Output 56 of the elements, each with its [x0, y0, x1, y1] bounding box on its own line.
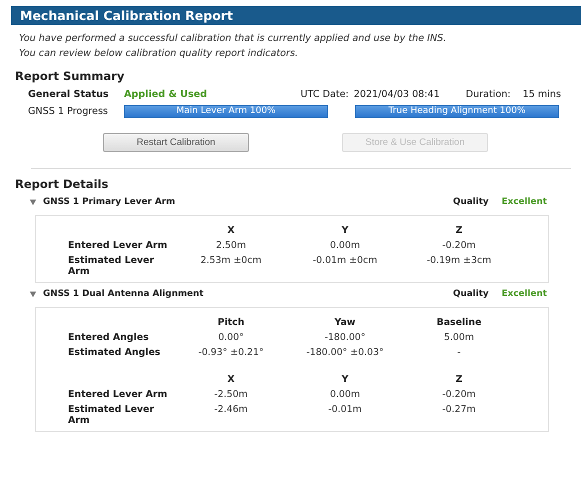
date-value: 2021/04/03 08:41 [354, 89, 440, 100]
intro-text: You can review below calibration quality report indicators. [19, 47, 300, 61]
table-cell-text: -0.27m [441, 404, 477, 417]
table-cell-text: -0.19m ±3cm [426, 255, 492, 268]
section-heading: Report Details [15, 177, 110, 191]
section-title: GNSS 1 Dual Antenna Alignment [43, 289, 204, 299]
progress-text: Main Lever Arm 100% [175, 106, 277, 117]
column-header: Pitch [216, 317, 246, 328]
table-cell-text: -0.01m [327, 404, 363, 417]
row-label: Estimated Lever Arm [67, 255, 156, 277]
column-header: X [226, 225, 236, 236]
column-header: Baseline [436, 317, 482, 328]
report-title: Mechanical Calibration Report [11, 6, 581, 25]
duration-value: 15 mins [522, 89, 561, 100]
row-label: Entered Lever Arm [67, 389, 168, 400]
table-cell-text: -0.01m ±0cm [312, 255, 378, 268]
calibration-button[interactable]: Restart Calibration [103, 133, 249, 152]
table-cell-text: 0.00° [217, 332, 245, 343]
status-value: Applied & Used [124, 89, 208, 100]
section-title: GNSS 1 Primary Lever Arm [43, 197, 176, 207]
status-label: General Status [28, 89, 110, 100]
table-cell-text: 0.00m [328, 389, 361, 400]
quality-value: Excellent [502, 289, 547, 299]
table-cell-text: -180.00° [324, 332, 366, 343]
row-label: Estimated Angles [67, 347, 162, 358]
table-cell-text: -0.20m [441, 240, 477, 251]
duration-label: Duration: [466, 89, 511, 100]
column-header: Z [454, 225, 464, 236]
progress-label: GNSS 1 Progress [28, 106, 109, 117]
table-cell-text: 0.00m [328, 240, 361, 251]
table-cell-text: 5.00m [442, 332, 475, 343]
quality-value: Excellent [502, 197, 547, 207]
section-heading: Report Summary [15, 69, 126, 83]
table-cell-text: 2.50m [214, 240, 247, 251]
table-cell-text: -0.93° ±0.21° [197, 347, 265, 358]
expand-icon[interactable] [29, 290, 37, 298]
intro-text: You have performed a successful calibration that is currently applied and use by the INS. [19, 32, 448, 46]
column-header: X [226, 374, 236, 385]
table-cell-text: -0.20m [441, 389, 477, 400]
quality-label: Quality [453, 197, 489, 207]
table-cell-text: -2.46m [213, 404, 249, 417]
column-header: Y [340, 374, 350, 385]
column-header: Yaw [334, 317, 356, 328]
progress-text: True Heading Alignment 100% [388, 106, 526, 117]
column-header: Z [454, 374, 464, 385]
table-cell-text: -180.00° ±0.03° [305, 347, 385, 358]
table-cell-text: - [456, 347, 462, 358]
table-cell-text: 2.53m ±0cm [199, 255, 263, 268]
table-cell-text: -2.50m [213, 389, 249, 400]
column-header: Y [340, 225, 350, 236]
row-label: Entered Lever Arm [67, 240, 168, 251]
quality-label: Quality [453, 289, 489, 299]
row-label: Estimated Lever Arm [67, 404, 156, 426]
row-label: Entered Angles [67, 332, 150, 343]
expand-icon[interactable] [29, 198, 37, 206]
date-label: UTC Date: [300, 89, 349, 100]
